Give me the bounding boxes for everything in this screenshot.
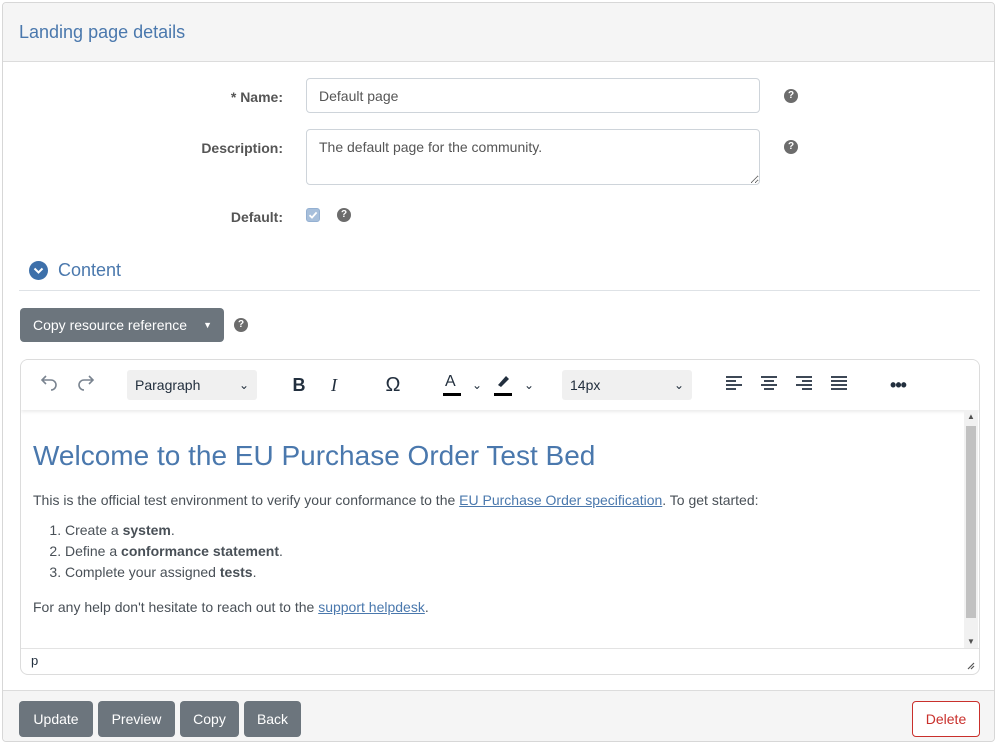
- more-icon[interactable]: •••: [886, 373, 910, 397]
- name-input[interactable]: [306, 78, 760, 113]
- block-format-value: Paragraph: [135, 377, 201, 393]
- default-help-icon[interactable]: ?: [337, 208, 351, 222]
- scroll-down-icon[interactable]: ▼: [967, 637, 975, 646]
- editor-content[interactable]: Welcome to the EU Purchase Order Test Be…: [21, 410, 967, 648]
- update-button[interactable]: Update: [19, 701, 93, 737]
- list-item: Create a system.: [65, 520, 955, 541]
- content-section-title[interactable]: Content: [58, 260, 121, 281]
- chevron-down-icon: ⌄: [238, 378, 249, 392]
- panel-title: Landing page details: [19, 22, 186, 42]
- text-color-dropdown-icon[interactable]: ⌄: [465, 373, 489, 397]
- justify-icon[interactable]: [827, 373, 851, 397]
- landing-page-panel: Landing page details * Name: ? Descripti…: [2, 2, 995, 742]
- copy-resource-help-icon[interactable]: ?: [234, 318, 248, 332]
- intro-text: This is the official test environment to…: [33, 492, 460, 508]
- intro-paragraph: This is the official test environment to…: [33, 492, 955, 508]
- list-item: Define a conformance statement.: [65, 541, 955, 562]
- list-item: Complete your assigned tests.: [65, 562, 955, 583]
- spec-link[interactable]: EU Purchase Order specification: [459, 492, 662, 508]
- special-char-icon[interactable]: Ω: [381, 373, 405, 397]
- copy-button[interactable]: Copy: [180, 701, 239, 737]
- copy-resource-label: Copy resource reference: [33, 317, 188, 333]
- undo-icon[interactable]: [37, 373, 61, 397]
- description-help-icon[interactable]: ?: [784, 140, 798, 154]
- editor-scrollbar[interactable]: ▲ ▼: [964, 410, 978, 648]
- editor-toolbar: Paragraph ⌄ B I Ω A ⌄ ⌄ 14px ⌄ •••: [21, 360, 979, 410]
- panel-footer: Update Preview Copy Back Delete: [3, 690, 994, 741]
- welcome-heading: Welcome to the EU Purchase Order Test Be…: [33, 440, 596, 471]
- steps-list: Create a system. Define a conformance st…: [33, 520, 955, 583]
- align-right-icon[interactable]: [792, 373, 816, 397]
- align-center-icon[interactable]: [757, 373, 781, 397]
- element-path[interactable]: p: [31, 653, 38, 668]
- description-label: Description:: [201, 140, 283, 156]
- highlight-color-icon[interactable]: [491, 373, 515, 397]
- description-textarea[interactable]: The default page for the community.: [306, 129, 760, 185]
- content-collapse-toggle[interactable]: [29, 261, 48, 280]
- help-text-end: .: [424, 599, 429, 615]
- delete-button[interactable]: Delete: [912, 701, 980, 737]
- bold-icon[interactable]: B: [287, 373, 311, 397]
- default-checkbox[interactable]: [306, 208, 320, 222]
- block-format-select[interactable]: Paragraph ⌄: [127, 370, 257, 400]
- default-label: Default:: [230, 209, 283, 225]
- intro-text-end: . To get started:: [662, 492, 759, 508]
- scroll-up-icon[interactable]: ▲: [967, 412, 975, 421]
- copy-resource-reference-button[interactable]: Copy resource reference ▼: [20, 308, 224, 342]
- help-text: For any help don't hesitate to reach out…: [33, 599, 319, 615]
- preview-button[interactable]: Preview: [98, 701, 175, 737]
- help-paragraph: For any help don't hesitate to reach out…: [33, 599, 955, 615]
- checkmark-icon: [308, 211, 318, 219]
- text-color-icon[interactable]: A: [440, 373, 464, 397]
- panel-header: Landing page details: [3, 3, 994, 62]
- editor-statusbar: p: [21, 648, 979, 674]
- resize-handle-icon[interactable]: [965, 660, 975, 670]
- align-left-icon[interactable]: [722, 373, 746, 397]
- support-helpdesk-link[interactable]: support helpdesk: [318, 599, 425, 615]
- italic-icon[interactable]: I: [322, 373, 346, 397]
- highlight-dropdown-icon[interactable]: ⌄: [517, 373, 541, 397]
- section-divider: [19, 290, 980, 291]
- chevron-down-icon: [33, 267, 44, 274]
- redo-icon[interactable]: [74, 373, 98, 397]
- font-size-select[interactable]: 14px ⌄: [562, 370, 692, 400]
- scroll-thumb[interactable]: [966, 426, 976, 618]
- caret-down-icon: ▼: [203, 320, 212, 330]
- rich-text-editor: Paragraph ⌄ B I Ω A ⌄ ⌄ 14px ⌄ ••• Welco…: [20, 359, 980, 675]
- font-size-value: 14px: [570, 377, 601, 393]
- name-label: * Name:: [230, 89, 283, 105]
- back-button[interactable]: Back: [244, 701, 301, 737]
- chevron-down-icon: ⌄: [673, 378, 684, 392]
- name-help-icon[interactable]: ?: [784, 89, 798, 103]
